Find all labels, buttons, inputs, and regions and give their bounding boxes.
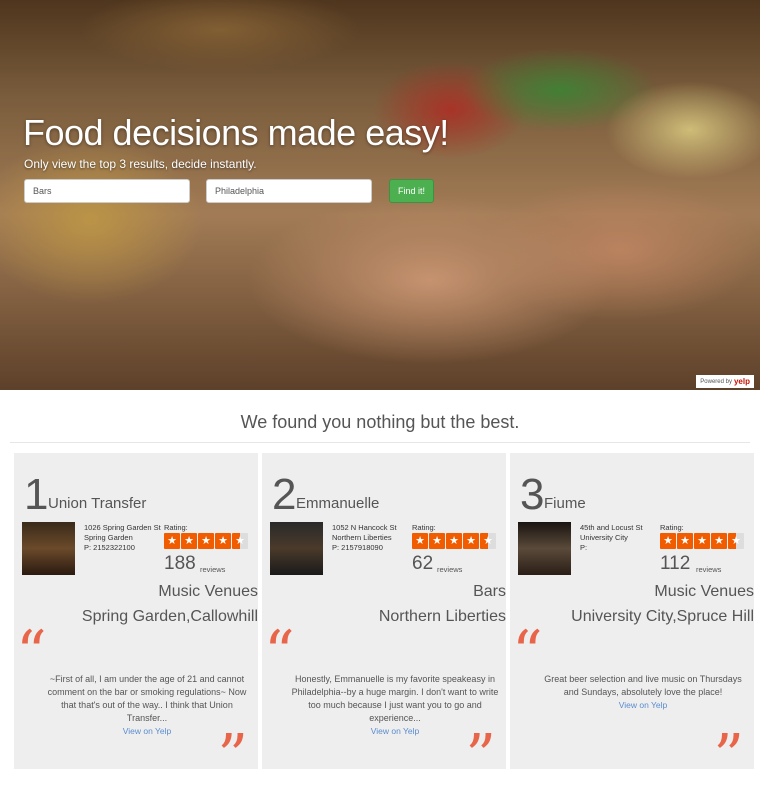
- star-icon: ★: [181, 533, 197, 549]
- star-rating: ★ ★ ★ ★ ★: [412, 533, 496, 549]
- half-star-icon: ★: [480, 533, 496, 549]
- business-address: 1026 Spring Garden St Spring Garden P: 2…: [84, 523, 162, 552]
- star-icon: ★: [215, 533, 231, 549]
- address-line-1: 45th and Locust St: [580, 523, 643, 532]
- star-icon: ★: [446, 533, 462, 549]
- rank-number: 2: [272, 470, 297, 519]
- star-icon: ★: [412, 533, 428, 549]
- star-icon: ★: [463, 533, 479, 549]
- phone-number: P: 2157918090: [332, 542, 383, 552]
- star-icon: ★: [660, 533, 676, 549]
- hero-banner: Food decisions made easy! Only view the …: [0, 0, 760, 390]
- star-rating: ★ ★ ★ ★ ★: [164, 533, 248, 549]
- reviews-label: reviews: [696, 565, 722, 574]
- business-name[interactable]: Union Transfer: [48, 495, 146, 512]
- business-photo[interactable]: [22, 522, 75, 575]
- star-icon: ★: [198, 533, 214, 549]
- powered-by-label: Powered by: [700, 378, 732, 385]
- rating-label: Rating:: [164, 523, 188, 532]
- business-photo[interactable]: [270, 522, 323, 575]
- star-icon: ★: [694, 533, 710, 549]
- neighborhood-label: Northern Liberties: [378, 608, 506, 625]
- location-input[interactable]: [206, 179, 372, 203]
- business-address: 1052 N Hancock St Northern Liberties P: …: [332, 523, 410, 552]
- star-icon: ★: [677, 533, 693, 549]
- neighborhood-label: Spring Garden,Callowhill: [81, 608, 258, 625]
- category-label: Music Venues: [158, 583, 258, 600]
- neighborhood-label: University City,Spruce Hill: [571, 608, 754, 625]
- results-headline: We found you nothing but the best.: [240, 412, 520, 432]
- rating-label: Rating:: [412, 523, 436, 532]
- result-card-3: 3 Fiume 45th and Locust St University Ci…: [510, 453, 754, 769]
- star-rating: ★ ★ ★ ★ ★: [660, 533, 744, 549]
- star-icon: ★: [711, 533, 727, 549]
- find-it-button[interactable]: Find it!: [389, 179, 434, 203]
- half-star-icon: ★: [728, 533, 744, 549]
- star-icon: ★: [429, 533, 445, 549]
- review-text: ~First of all, I am under the age of 21 …: [47, 674, 247, 724]
- review-count: 188: [164, 553, 196, 574]
- result-card-1: 1 Union Transfer 1026 Spring Garden St S…: [14, 453, 258, 769]
- powered-by-yelp-badge[interactable]: Powered by yelp: [696, 375, 754, 388]
- review-text: Honestly, Emmanuelle is my favorite spea…: [291, 674, 499, 724]
- hero-title: Food decisions made easy!: [23, 112, 449, 153]
- rank-number: 3: [520, 470, 545, 519]
- yelp-logo: yelp: [733, 377, 750, 386]
- hero-subtitle: Only view the top 3 results, decide inst…: [24, 157, 257, 171]
- view-on-yelp-link[interactable]: View on Yelp: [538, 699, 748, 711]
- rank-number: 1: [24, 470, 49, 519]
- category-label: Bars: [473, 583, 506, 600]
- review-count: 62: [412, 553, 434, 574]
- business-address: 45th and Locust St University City P:: [580, 523, 658, 552]
- review-count: 112: [660, 553, 691, 574]
- half-star-icon: ★: [232, 533, 248, 549]
- reviews-label: reviews: [437, 565, 463, 574]
- search-term-input[interactable]: [24, 179, 190, 203]
- divider: [10, 442, 750, 443]
- reviews-label: reviews: [200, 565, 226, 574]
- review-text: Great beer selection and live music on T…: [544, 674, 742, 698]
- address-line-1: 1052 N Hancock St: [332, 523, 397, 532]
- close-quote-icon: ”: [713, 722, 744, 769]
- address-line-1: 1026 Spring Garden St: [84, 523, 161, 532]
- star-icon: ★: [164, 533, 180, 549]
- phone-number: P: 2152322100: [84, 542, 135, 552]
- close-quote-icon: ”: [217, 722, 248, 769]
- category-label: Music Venues: [654, 583, 754, 600]
- business-name[interactable]: Fiume: [544, 495, 586, 512]
- phone-number: P:: [580, 542, 588, 552]
- close-quote-icon: ”: [465, 722, 496, 769]
- review-excerpt: Great beer selection and live music on T…: [538, 673, 748, 711]
- address-line-2: Spring Garden: [84, 532, 133, 542]
- business-name[interactable]: Emmanuelle: [296, 495, 379, 512]
- rating-label: Rating:: [660, 523, 684, 532]
- address-line-2: University City: [580, 532, 628, 542]
- result-card-2: 2 Emmanuelle 1052 N Hancock St Northern …: [262, 453, 506, 769]
- business-photo[interactable]: [518, 522, 571, 575]
- address-line-2: Northern Liberties: [332, 532, 392, 542]
